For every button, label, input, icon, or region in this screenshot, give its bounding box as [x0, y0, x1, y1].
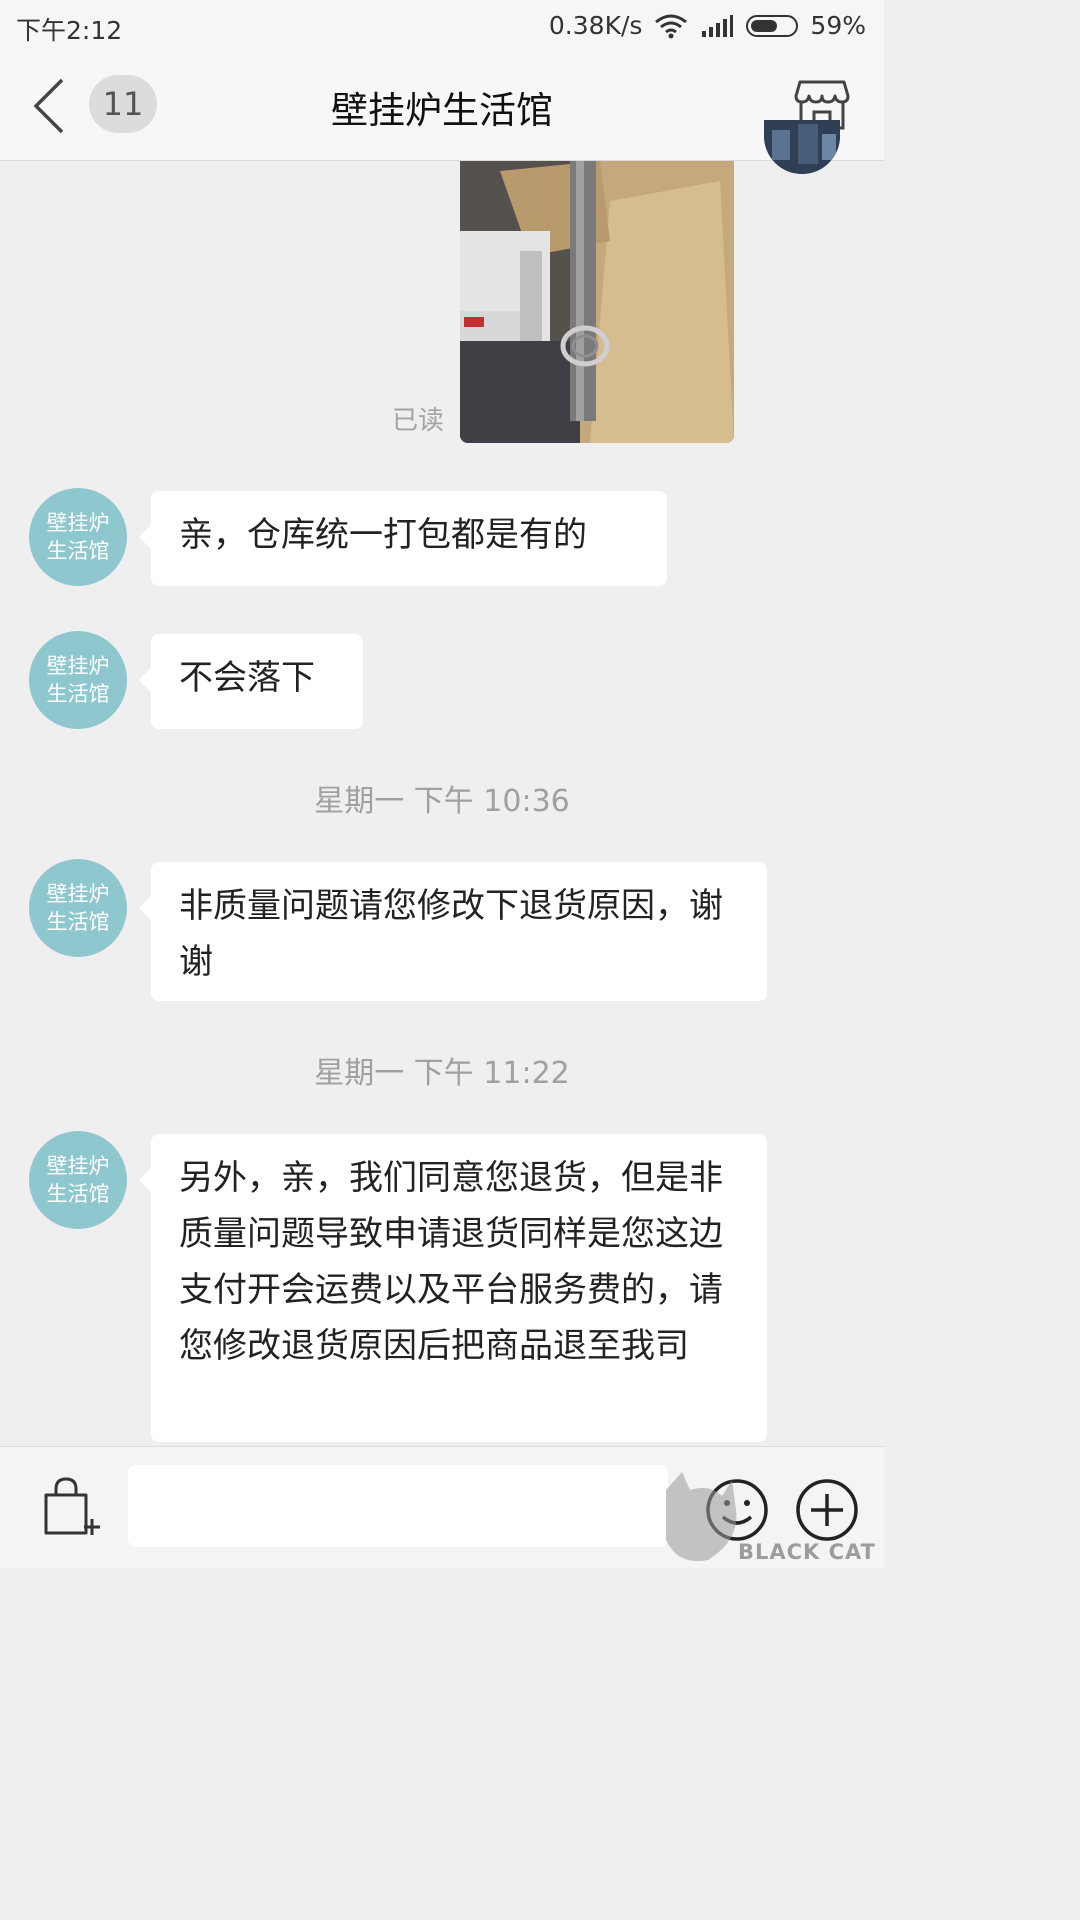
- read-status: 已读: [392, 406, 445, 436]
- status-bar: 下午2:12 0.38K/s 59%: [0, 0, 884, 54]
- network-speed: 0.38K/s: [548, 11, 643, 40]
- status-right: 0.38K/s 59%: [549, 11, 866, 40]
- message-bubble[interactable]: 亲，仓库统一打包都是有的: [139, 491, 667, 586]
- smiley-icon: [706, 1479, 768, 1541]
- shop-avatar[interactable]: 壁挂炉生活馆: [29, 631, 127, 729]
- product-photo: [460, 161, 734, 443]
- wifi-icon: [655, 14, 688, 38]
- battery-percent: 59%: [810, 11, 866, 40]
- image-message[interactable]: [460, 161, 734, 443]
- shop-avatar-label: 壁挂炉生活馆: [46, 654, 110, 706]
- user-avatar[interactable]: [764, 120, 840, 174]
- shop-avatar[interactable]: 壁挂炉生活馆: [29, 488, 127, 586]
- shop-avatar-label: 壁挂炉生活馆: [46, 511, 110, 563]
- shopping-bag-button[interactable]: [40, 1477, 102, 1539]
- input-bar: [0, 1446, 884, 1568]
- signal-icon: [702, 14, 734, 37]
- more-options-button[interactable]: [794, 1477, 860, 1543]
- shopping-bag-add-icon: [44, 1477, 100, 1535]
- message-bubble[interactable]: 另外，亲，我们同意您退货，但是非质量问题导致申请退货同样是您这边支付开会运费以及…: [139, 1134, 767, 1442]
- nav-bar: 11 壁挂炉生活馆: [0, 54, 884, 161]
- shop-avatar-label: 壁挂炉生活馆: [46, 882, 110, 934]
- page-title: 壁挂炉生活馆: [331, 89, 553, 132]
- message-input[interactable]: [128, 1465, 668, 1547]
- shop-avatar[interactable]: 壁挂炉生活馆: [29, 859, 127, 957]
- plus-circle-icon: [796, 1479, 858, 1541]
- battery-icon: [746, 14, 799, 37]
- shop-avatar-label: 壁挂炉生活馆: [46, 1154, 110, 1206]
- message-timestamp: 星期一 下午 10:36: [314, 784, 570, 819]
- message-timestamp: 星期一 下午 11:22: [314, 1056, 570, 1091]
- message-bubble[interactable]: 非质量问题请您修改下退货原因，谢谢: [139, 862, 767, 1001]
- emoji-button[interactable]: [704, 1477, 770, 1543]
- status-time: 下午2:12: [16, 16, 123, 45]
- message-bubble[interactable]: 不会落下: [139, 634, 363, 729]
- shop-avatar[interactable]: 壁挂炉生活馆: [29, 1131, 127, 1229]
